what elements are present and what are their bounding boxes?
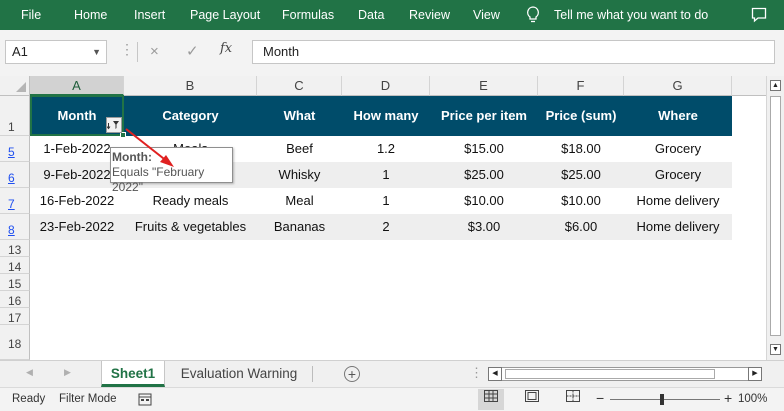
column-header-g[interactable]: G	[624, 76, 732, 96]
cell-price-per-item[interactable]: $10.00	[430, 188, 538, 214]
drag-dots-icon[interactable]: ⋮	[120, 41, 134, 58]
chevron-down-icon[interactable]: ▼	[92, 41, 101, 63]
sheet-nav-prev-icon[interactable]: ◀	[26, 367, 33, 378]
column-header-f[interactable]: F	[538, 76, 624, 96]
row-header-15[interactable]: 15	[0, 274, 30, 291]
cell-what[interactable]: Bananas	[257, 214, 342, 240]
enter-icon[interactable]: ✓	[186, 40, 199, 64]
divider	[137, 42, 138, 62]
formula-bar: A1 ▼ ⋮ × ✓ fx Month	[0, 30, 784, 76]
cell-how-many[interactable]: 1.2	[342, 136, 430, 162]
status-bar: Ready Filter Mode − + 100%	[0, 387, 784, 411]
page-layout-view-icon[interactable]	[519, 389, 545, 410]
name-box-value: A1	[12, 44, 28, 59]
tab-split-handle-icon[interactable]: ⋮	[470, 365, 483, 381]
row-header-14[interactable]: 14	[0, 257, 30, 274]
column-header-c[interactable]: C	[257, 76, 342, 96]
cell-price-sum[interactable]: $6.00	[538, 214, 624, 240]
cell-month[interactable]: 23-Feb-2022	[30, 214, 124, 240]
cell-price-sum[interactable]: $10.00	[538, 188, 624, 214]
add-sheet-icon[interactable]: +	[344, 366, 360, 382]
cell-price-per-item[interactable]: $15.00	[430, 136, 538, 162]
scroll-right-icon[interactable]: ▶	[748, 367, 762, 381]
cell-category[interactable]: Fruits & vegetables	[124, 214, 257, 240]
insert-function-icon[interactable]: fx	[220, 41, 232, 56]
cell-how-many[interactable]: 2	[342, 214, 430, 240]
column-header-e[interactable]: E	[430, 76, 538, 96]
tab-data[interactable]: Data	[358, 0, 384, 30]
row-header-17[interactable]: 17	[0, 308, 30, 325]
name-box[interactable]: A1 ▼	[5, 40, 107, 64]
zoom-slider[interactable]	[610, 399, 720, 400]
tab-formulas[interactable]: Formulas	[282, 0, 334, 30]
header-cell-what[interactable]: What	[257, 96, 342, 136]
cell-where[interactable]: Home delivery	[624, 214, 732, 240]
zoom-out-icon[interactable]: −	[596, 390, 604, 406]
header-cell-price-per-item[interactable]: Price per item	[430, 96, 538, 136]
cell-how-many[interactable]: 1	[342, 188, 430, 214]
header-cell-how-many[interactable]: How many	[342, 96, 430, 136]
macro-record-icon[interactable]	[138, 393, 152, 406]
lightbulb-icon[interactable]	[526, 6, 540, 24]
cell-price-sum[interactable]: $25.00	[538, 162, 624, 188]
column-header-empty[interactable]	[732, 76, 766, 96]
row-header-8[interactable]: 8	[0, 214, 30, 240]
scroll-down-icon[interactable]: ▼	[770, 344, 781, 355]
worksheet-grid: A B C D E F G 1 5 6 7 8 13 14 15 16 17 1…	[0, 76, 766, 360]
cell-price-per-item[interactable]: $3.00	[430, 214, 538, 240]
horizontal-scroll-thumb[interactable]	[505, 369, 715, 379]
formula-input[interactable]: Month	[252, 40, 775, 64]
annotation-arrow	[125, 128, 174, 167]
comment-icon[interactable]	[751, 7, 767, 23]
tab-review[interactable]: Review	[409, 0, 450, 30]
ribbon-tabs: File Home Insert Page Layout Formulas Da…	[0, 0, 784, 30]
sheet-tab-sheet1[interactable]: Sheet1	[101, 361, 165, 387]
cell-price-sum[interactable]: $18.00	[538, 136, 624, 162]
tab-home[interactable]: Home	[74, 0, 107, 30]
cell-price-per-item[interactable]: $25.00	[430, 162, 538, 188]
tell-me-search[interactable]: Tell me what you want to do	[554, 0, 708, 30]
sheet-nav-next-icon[interactable]: ▶	[64, 367, 71, 378]
tab-page-layout[interactable]: Page Layout	[190, 0, 260, 30]
column-header-d[interactable]: D	[342, 76, 430, 96]
zoom-in-icon[interactable]: +	[724, 390, 732, 406]
page-break-view-icon[interactable]	[560, 389, 586, 410]
status-ready: Ready	[12, 393, 46, 405]
scroll-left-icon[interactable]: ◀	[488, 367, 502, 381]
tab-file[interactable]: File	[21, 0, 41, 30]
divider	[312, 366, 313, 382]
sheet-tabs-bar: ◀ ▶ Sheet1 Evaluation Warning + ⋮ ◀ ▶	[0, 360, 784, 387]
scroll-up-icon[interactable]: ▲	[770, 80, 781, 91]
cell-what[interactable]: Meal	[257, 188, 342, 214]
cell-where[interactable]: Grocery	[624, 136, 732, 162]
vertical-scrollbar[interactable]: ▲ ▼	[766, 76, 784, 360]
zoom-level[interactable]: 100%	[738, 393, 767, 405]
status-filter-mode: Filter Mode	[59, 393, 117, 405]
cell-where[interactable]: Grocery	[624, 162, 732, 188]
horizontal-scrollbar[interactable]: ◀ ▶	[488, 367, 762, 381]
cell-where[interactable]: Home delivery	[624, 188, 732, 214]
zoom-slider-thumb[interactable]	[660, 394, 664, 405]
cell-what[interactable]: Beef	[257, 136, 342, 162]
row-header-16[interactable]: 16	[0, 291, 30, 308]
cancel-icon[interactable]: ×	[150, 40, 159, 64]
sheet-tab-evaluation-warning[interactable]: Evaluation Warning	[170, 361, 308, 387]
normal-view-icon[interactable]	[478, 389, 504, 410]
row-header-13[interactable]: 13	[0, 240, 30, 257]
vertical-scroll-thumb[interactable]	[770, 96, 781, 336]
tab-insert[interactable]: Insert	[134, 0, 165, 30]
tab-view[interactable]: View	[473, 0, 500, 30]
row-header-18[interactable]: 18	[0, 325, 30, 360]
table-row: 23-Feb-2022 Fruits & vegetables Bananas …	[30, 214, 732, 240]
cell-how-many[interactable]: 1	[342, 162, 430, 188]
header-cell-price-sum[interactable]: Price (sum)	[538, 96, 624, 136]
cell-what[interactable]: Whisky	[257, 162, 342, 188]
header-cell-where[interactable]: Where	[624, 96, 732, 136]
